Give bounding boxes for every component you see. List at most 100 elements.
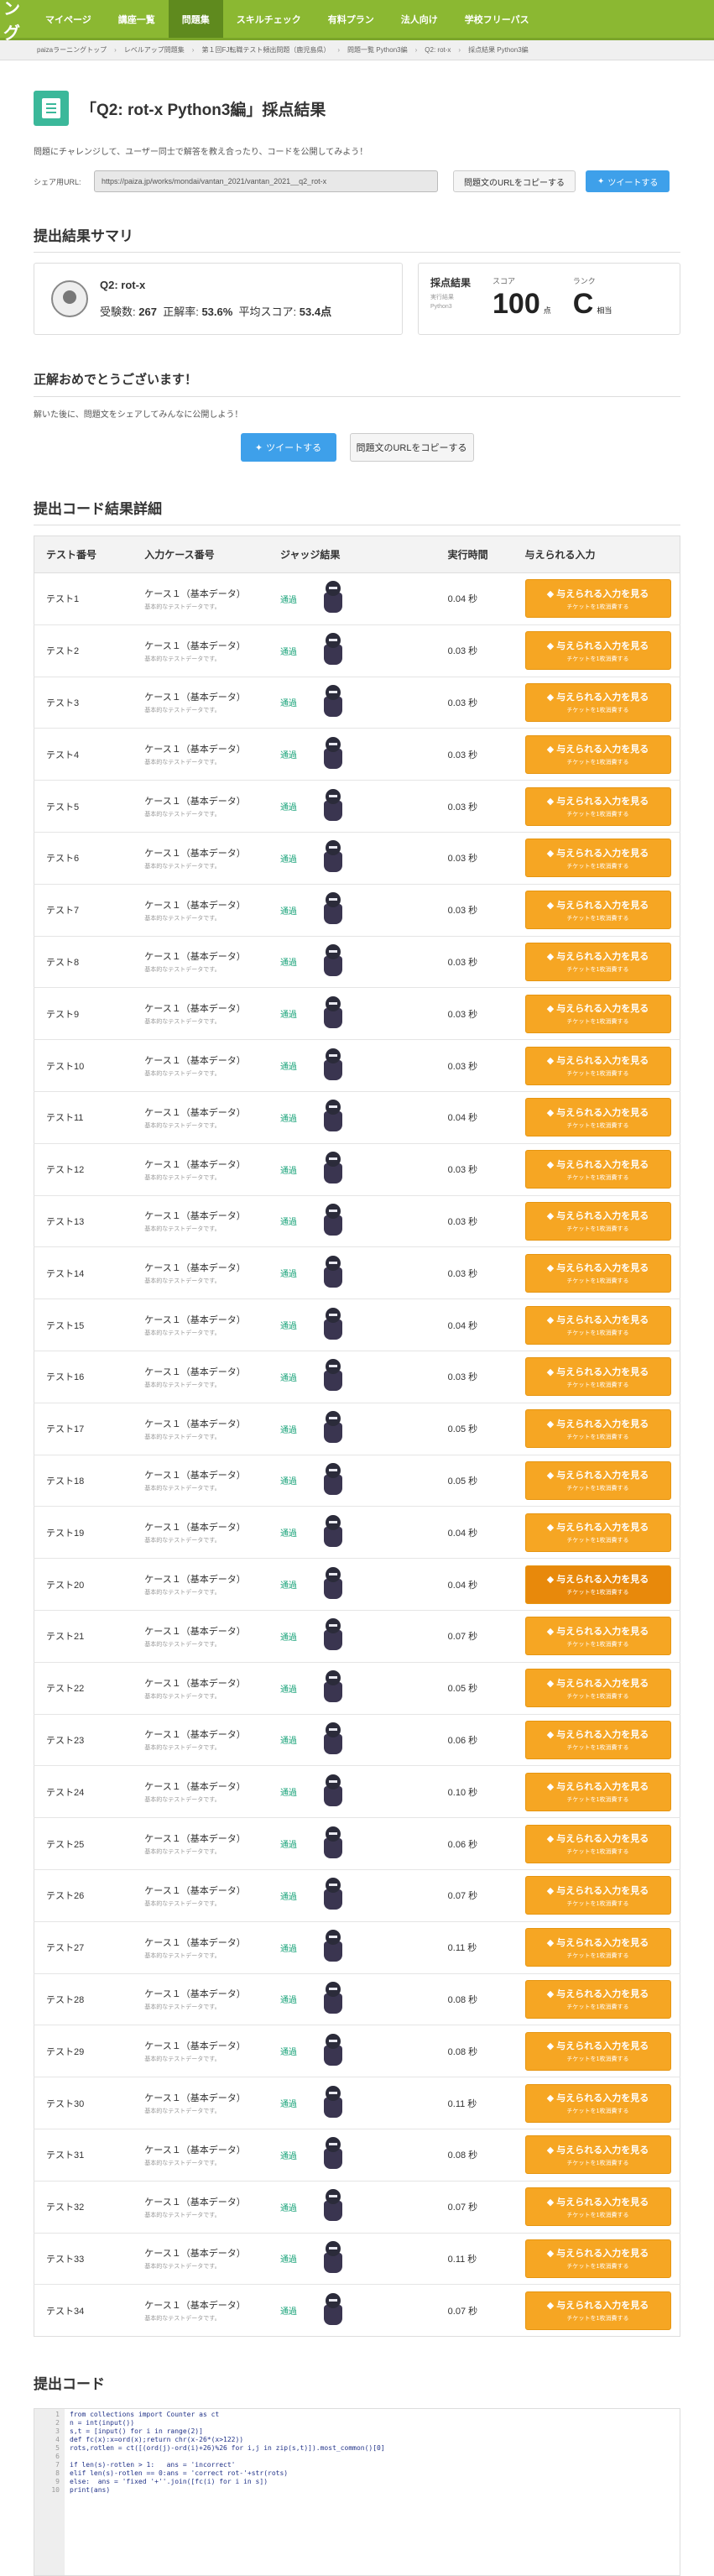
nav-item[interactable]: スキルチェック — [223, 0, 315, 38]
table-row: テスト15 ケース１（基本データ） 基本的なテストデータです。 通過 0.04 秒 ◆ 与… — [34, 1298, 680, 1351]
tweet-button[interactable]: ✦ ツイートする — [586, 170, 670, 192]
view-input-button[interactable]: ◆ 与えられる入力を見る チケットを1枚消費する — [524, 2135, 671, 2175]
congrats-copy-url-button[interactable]: 問題文のURLをコピーする — [349, 433, 474, 462]
view-input-button[interactable]: ◆ 与えられる入力を見る チケットを1枚消費する — [524, 2187, 671, 2227]
breadcrumb-item[interactable]: 問題一覧 Python3編 — [347, 45, 408, 55]
view-input-button[interactable]: ◆ 与えられる入力を見る チケットを1枚消費する — [524, 994, 671, 1033]
score-value: 100 点 — [493, 288, 551, 320]
view-input-button[interactable]: ◆ 与えられる入力を見る チケットを1枚消費する — [524, 1669, 671, 1708]
ninja-character-icon — [321, 891, 346, 929]
site-logo[interactable]: ング — [0, 0, 32, 43]
input-case: ケース１（基本データ） 基本的なテストデータです。 — [133, 624, 268, 677]
view-input-button[interactable]: ◆ 与えられる入力を見る チケットを1枚消費する — [524, 1357, 671, 1397]
view-input-button[interactable]: ◆ 与えられる入力を見る チケットを1枚消費する — [524, 631, 671, 671]
tag-icon: ◆ — [546, 1678, 557, 1689]
input-case: ケース１（基本データ） 基本的なテストデータです。 — [133, 780, 268, 833]
judge-result: 通過 — [268, 1868, 436, 1922]
nav-item[interactable]: 学校フリーパス — [451, 0, 543, 38]
nav-item[interactable]: 有料プラン — [315, 0, 388, 38]
view-input-button[interactable]: ◆ 与えられる入力を見る チケットを1枚消費する — [524, 839, 671, 878]
input-case: ケース１（基本データ） 基本的なテストデータです。 — [133, 1090, 268, 1144]
view-input-button[interactable]: ◆ 与えられる入力を見る チケットを1枚消費する — [524, 1565, 671, 1604]
ninja-character-icon — [321, 735, 346, 774]
view-input-button[interactable]: ◆ 与えられる入力を見る チケットを1枚消費する — [524, 891, 671, 930]
code-viewer[interactable]: 1 2 3 4 5 6 7 8 9 10 from collections import Coun… — [34, 2408, 680, 2576]
view-input-button[interactable]: ◆ 与えられる入力を見る チケットを1枚消費する — [524, 2083, 671, 2123]
view-input-button[interactable]: ◆ 与えられる入力を見る チケットを1枚消費する — [524, 734, 671, 774]
breadcrumb-item[interactable]: レベルアップ問題集 — [124, 45, 185, 55]
column-header: テスト番号 — [34, 536, 133, 573]
share-url-input[interactable] — [94, 170, 438, 192]
view-input-button[interactable]: ◆ 与えられる入力を見る チケットを1枚消費する — [524, 1720, 671, 1759]
congrats-tweet-button[interactable]: ✦ ツイートする — [240, 433, 336, 462]
view-input-button[interactable]: ◆ 与えられる入力を見る チケットを1枚消費する — [524, 1046, 671, 1085]
judge-status: 通過 — [279, 907, 297, 917]
view-input-button[interactable]: ◆ 与えられる入力を見る チケットを1枚消費する — [524, 1772, 671, 1811]
view-input-button[interactable]: ◆ 与えられる入力を見る チケットを1枚消費する — [524, 1098, 671, 1137]
code-line: else: ans = 'fixed '+''.join([fc(i) for … — [70, 2478, 268, 2486]
view-input-button[interactable]: ◆ 与えられる入力を見る チケットを1枚消費する — [524, 1150, 671, 1189]
test-number: テスト14 — [34, 1246, 133, 1299]
test-number: テスト6 — [34, 831, 133, 885]
judge-result: 通過 — [268, 1142, 436, 1196]
code-line: s,t = [input() for i in range(2)] — [70, 2427, 203, 2436]
judge-result: 通過 — [268, 780, 436, 833]
copy-url-button[interactable]: 問題文のURLをコピーする — [453, 170, 576, 192]
test-number: テスト30 — [34, 2077, 133, 2129]
summary-card: Q2: rot-x 受験数: 267 正解率: 53.6% 平均スコア: 53.… — [34, 263, 403, 335]
line-number-gutter: 1 2 3 4 5 6 7 8 9 10 — [34, 2409, 65, 2576]
test-number: テスト22 — [34, 1661, 133, 1715]
breadcrumb-separator-icon: › — [414, 46, 418, 54]
tag-icon: ◆ — [546, 1730, 557, 1741]
view-input-button[interactable]: ◆ 与えられる入力を見る チケットを1枚消費する — [524, 1253, 671, 1293]
tag-icon: ◆ — [546, 1419, 557, 1429]
nav-item[interactable]: 講座一覧 — [105, 0, 169, 38]
view-input-button[interactable]: ◆ 与えられる入力を見る チケットを1枚消費する — [524, 1928, 671, 1967]
judge-status: 通過 — [279, 1685, 297, 1695]
problem-name: Q2: rot-x — [100, 279, 146, 291]
nav-item[interactable]: 法人向け — [388, 0, 451, 38]
view-input-button[interactable]: ◆ 与えられる入力を見る チケットを1枚消費する — [524, 1617, 671, 1656]
view-input-button[interactable]: ◆ 与えられる入力を見る チケットを1枚消費する — [524, 1305, 671, 1345]
view-input-button[interactable]: ◆ 与えられる入力を見る チケットを1枚消費する — [524, 2031, 671, 2071]
view-input-button[interactable]: ◆ 与えられる入力を見る チケットを1枚消費する — [524, 2291, 671, 2330]
exec-time: 0.11 秒 — [435, 2232, 513, 2285]
test-number: テスト25 — [34, 1817, 133, 1870]
judge-result: 通過 — [268, 883, 436, 937]
view-input-button[interactable]: ◆ 与えられる入力を見る チケットを1枚消費する — [524, 1513, 671, 1552]
view-input-button[interactable]: ◆ 与えられる入力を見る チケットを1枚消費する — [524, 2239, 671, 2278]
tag-icon: ◆ — [546, 848, 557, 859]
judge-status: 通過 — [279, 2048, 297, 2058]
judge-result: 通過 — [268, 1920, 436, 1974]
ninja-character-icon — [321, 787, 346, 826]
view-input-button[interactable]: ◆ 与えられる入力を見る チケットを1枚消費する — [524, 1409, 671, 1449]
view-input-button[interactable]: ◆ 与えられる入力を見る チケットを1枚消費する — [524, 786, 671, 826]
table-row: テスト20 ケース１（基本データ） 基本的なテストデータです。 通過 0.04 秒 ◆ 与… — [34, 1558, 680, 1611]
view-input-button[interactable]: ◆ 与えられる入力を見る チケットを1枚消費する — [524, 1460, 671, 1500]
view-input-button[interactable]: ◆ 与えられる入力を見る チケットを1枚消費する — [524, 1876, 671, 1915]
ninja-character-icon — [321, 839, 346, 877]
problem-avatar-icon — [51, 280, 88, 317]
view-input-button[interactable]: ◆ 与えられる入力を見る チケットを1枚消費する — [524, 682, 671, 722]
view-input-button[interactable]: ◆ 与えられる入力を見る チケットを1枚消費する — [524, 579, 671, 619]
nav-item[interactable]: 問題集 — [168, 0, 223, 38]
tag-icon: ◆ — [546, 1989, 557, 2000]
judge-result: 通過 — [268, 728, 436, 781]
table-row: テスト18 ケース１（基本データ） 基本的なテストデータです。 通過 0.05 秒 ◆ 与… — [34, 1454, 680, 1507]
exec-time: 0.04 秒 — [435, 1506, 513, 1559]
nav-item[interactable]: マイページ — [32, 0, 105, 38]
congrats-message: 解いた後に、問題文をシェアしてみんなに公開しよう！ — [34, 410, 243, 420]
ninja-character-icon — [321, 1980, 346, 2019]
input-case: ケース１（基本データ） 基本的なテストデータです。 — [133, 1194, 268, 1247]
breadcrumb-item[interactable]: Q2: rot-x — [425, 46, 451, 54]
view-input-button[interactable]: ◆ 与えられる入力を見る チケットを1枚消費する — [524, 1979, 671, 2019]
table-row: テスト2 ケース１（基本データ） 基本的なテストデータです。 通過 0.03 秒 ◆ 与え… — [34, 624, 680, 677]
view-input-button[interactable]: ◆ 与えられる入力を見る チケットを1枚消費する — [524, 1824, 671, 1863]
view-input-button[interactable]: ◆ 与えられる入力を見る チケットを1枚消費する — [524, 1201, 671, 1241]
breadcrumb-item[interactable]: 第１回FJ転職テスト頻出問題（鹿児島県） — [201, 45, 330, 55]
breadcrumb-item: 採点結果 Python3編 — [468, 46, 529, 54]
breadcrumb-item[interactable]: paizaラーニングトップ — [37, 45, 107, 55]
test-number: テスト28 — [34, 1972, 133, 2025]
input-case: ケース１（基本データ） 基本的なテストデータです。 — [133, 1454, 268, 1507]
view-input-button[interactable]: ◆ 与えられる入力を見る チケットを1枚消費する — [524, 942, 671, 981]
